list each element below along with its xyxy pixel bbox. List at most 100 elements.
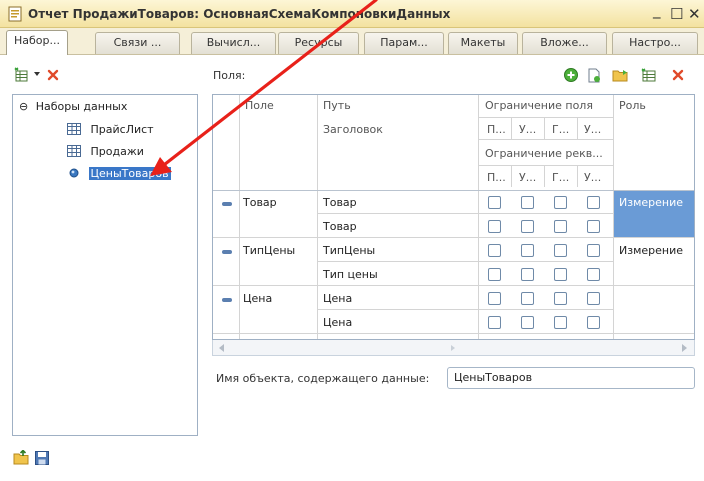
row-marker-icon bbox=[222, 202, 232, 206]
title-bar: Отчет ПродажиТоваров: ОсновнаяСхемаКомпо… bbox=[0, 0, 704, 28]
header-sub[interactable]: П... bbox=[487, 123, 506, 136]
divider bbox=[213, 237, 694, 238]
restriction-checkbox[interactable] bbox=[488, 316, 501, 329]
delete-icon[interactable] bbox=[47, 69, 59, 81]
restriction-checkbox[interactable] bbox=[554, 220, 567, 233]
restriction-checkbox[interactable] bbox=[587, 268, 600, 281]
field-title[interactable]: Цена bbox=[323, 316, 352, 329]
fields-label: Поля: bbox=[213, 69, 246, 82]
restriction-checkbox[interactable] bbox=[521, 292, 534, 305]
restriction-checkbox[interactable] bbox=[587, 292, 600, 305]
delete-icon[interactable] bbox=[672, 69, 684, 81]
tab-layouts[interactable]: Макеты bbox=[448, 32, 518, 54]
table-add-icon[interactable] bbox=[641, 68, 656, 82]
restriction-checkbox[interactable] bbox=[488, 220, 501, 233]
divider bbox=[213, 285, 694, 286]
add-field-icon[interactable] bbox=[564, 68, 578, 82]
object-name-input[interactable]: ЦеныТоваров bbox=[447, 367, 695, 389]
tab-nested[interactable]: Вложе... bbox=[522, 32, 607, 54]
field-path[interactable]: Товар bbox=[323, 196, 357, 209]
field-role[interactable]: Измерение bbox=[619, 196, 683, 209]
field-role[interactable]: Измерение bbox=[619, 244, 683, 257]
header-sub[interactable]: У... bbox=[519, 123, 536, 136]
divider bbox=[478, 165, 613, 166]
divider bbox=[478, 117, 613, 118]
restriction-checkbox[interactable] bbox=[521, 220, 534, 233]
divider bbox=[239, 95, 240, 339]
fields-grid: Поле Путь Заголовок Ограничение поля Рол… bbox=[212, 94, 695, 340]
field-path[interactable]: Цена bbox=[323, 292, 352, 305]
header-sub[interactable]: Г... bbox=[552, 171, 569, 184]
header-attr-restriction[interactable]: Ограничение рекв... bbox=[485, 147, 611, 160]
restriction-checkbox[interactable] bbox=[488, 292, 501, 305]
field-title[interactable]: Товар bbox=[323, 220, 357, 233]
divider bbox=[544, 117, 545, 139]
dot-icon bbox=[69, 168, 79, 178]
tab-parameters[interactable]: Парам... bbox=[364, 32, 444, 54]
restriction-checkbox[interactable] bbox=[521, 244, 534, 257]
tree-item-label: ПрайсЛист bbox=[90, 123, 154, 136]
header-sub[interactable]: У... bbox=[584, 123, 601, 136]
add-folder-icon[interactable] bbox=[587, 68, 601, 83]
tree-item-prices[interactable]: ЦеныТоваров bbox=[69, 165, 171, 183]
tab-links[interactable]: Связи ... bbox=[95, 32, 180, 54]
tab-settings[interactable]: Настро... bbox=[612, 32, 698, 54]
restriction-checkbox[interactable] bbox=[554, 316, 567, 329]
save-icon[interactable] bbox=[35, 451, 49, 465]
field-name[interactable]: Товар bbox=[243, 196, 277, 209]
close-button[interactable]: ✕ bbox=[688, 5, 701, 23]
object-name-label: Имя объекта, содержащего данные: bbox=[216, 372, 430, 385]
scroll-left-icon[interactable] bbox=[219, 344, 225, 352]
restriction-checkbox[interactable] bbox=[521, 196, 534, 209]
scroll-thumb-icon[interactable] bbox=[451, 345, 455, 351]
header-sub[interactable]: У... bbox=[584, 171, 601, 184]
divider bbox=[511, 117, 512, 139]
field-name[interactable]: ТипЦены bbox=[243, 244, 295, 257]
tree-item-pricelist[interactable]: ПрайсЛист bbox=[67, 121, 154, 139]
restriction-checkbox[interactable] bbox=[587, 196, 600, 209]
restriction-checkbox[interactable] bbox=[488, 244, 501, 257]
minimize-button[interactable]: _ bbox=[653, 1, 661, 19]
export-icon[interactable] bbox=[13, 450, 29, 465]
divider bbox=[213, 333, 694, 334]
tree-item-sales[interactable]: Продажи bbox=[67, 143, 144, 161]
table-icon bbox=[67, 145, 81, 157]
folder-icon[interactable] bbox=[612, 69, 629, 82]
field-path[interactable]: ТипЦены bbox=[323, 244, 375, 257]
tree-root[interactable]: ⊖ Наборы данных bbox=[19, 98, 127, 116]
divider bbox=[317, 261, 613, 262]
header-field[interactable]: Поле bbox=[245, 99, 274, 112]
restriction-checkbox[interactable] bbox=[488, 268, 501, 281]
dropdown-arrow-icon[interactable] bbox=[34, 72, 40, 77]
horizontal-scrollbar[interactable] bbox=[212, 340, 695, 356]
header-path[interactable]: Путь bbox=[323, 99, 351, 112]
header-sub[interactable]: П... bbox=[487, 171, 506, 184]
restriction-checkbox[interactable] bbox=[554, 268, 567, 281]
collapse-toggle[interactable]: ⊖ bbox=[19, 100, 28, 113]
tab-resources[interactable]: Ресурсы bbox=[278, 32, 359, 54]
field-title[interactable]: Тип цены bbox=[323, 268, 378, 281]
tab-datasets[interactable]: Набор... bbox=[6, 30, 68, 55]
restriction-checkbox[interactable] bbox=[554, 292, 567, 305]
tree-item-label: ЦеныТоваров bbox=[88, 167, 171, 180]
restriction-checkbox[interactable] bbox=[587, 316, 600, 329]
tab-calculated[interactable]: Вычисл... bbox=[191, 32, 276, 54]
scroll-right-icon[interactable] bbox=[682, 344, 688, 352]
header-title[interactable]: Заголовок bbox=[323, 123, 383, 136]
restriction-checkbox[interactable] bbox=[554, 244, 567, 257]
restriction-checkbox[interactable] bbox=[587, 244, 600, 257]
restriction-checkbox[interactable] bbox=[554, 196, 567, 209]
maximize-button[interactable]: ☐ bbox=[670, 5, 683, 23]
header-sub[interactable]: Г... bbox=[552, 123, 569, 136]
divider bbox=[544, 165, 545, 187]
field-name[interactable]: Цена bbox=[243, 292, 272, 305]
header-field-restriction[interactable]: Ограничение поля bbox=[485, 99, 593, 112]
restriction-checkbox[interactable] bbox=[587, 220, 600, 233]
restriction-checkbox[interactable] bbox=[521, 268, 534, 281]
document-icon bbox=[8, 6, 22, 22]
restriction-checkbox[interactable] bbox=[521, 316, 534, 329]
restriction-checkbox[interactable] bbox=[488, 196, 501, 209]
header-role[interactable]: Роль bbox=[619, 99, 646, 112]
header-sub[interactable]: У... bbox=[519, 171, 536, 184]
add-dataset-icon[interactable] bbox=[14, 67, 32, 83]
